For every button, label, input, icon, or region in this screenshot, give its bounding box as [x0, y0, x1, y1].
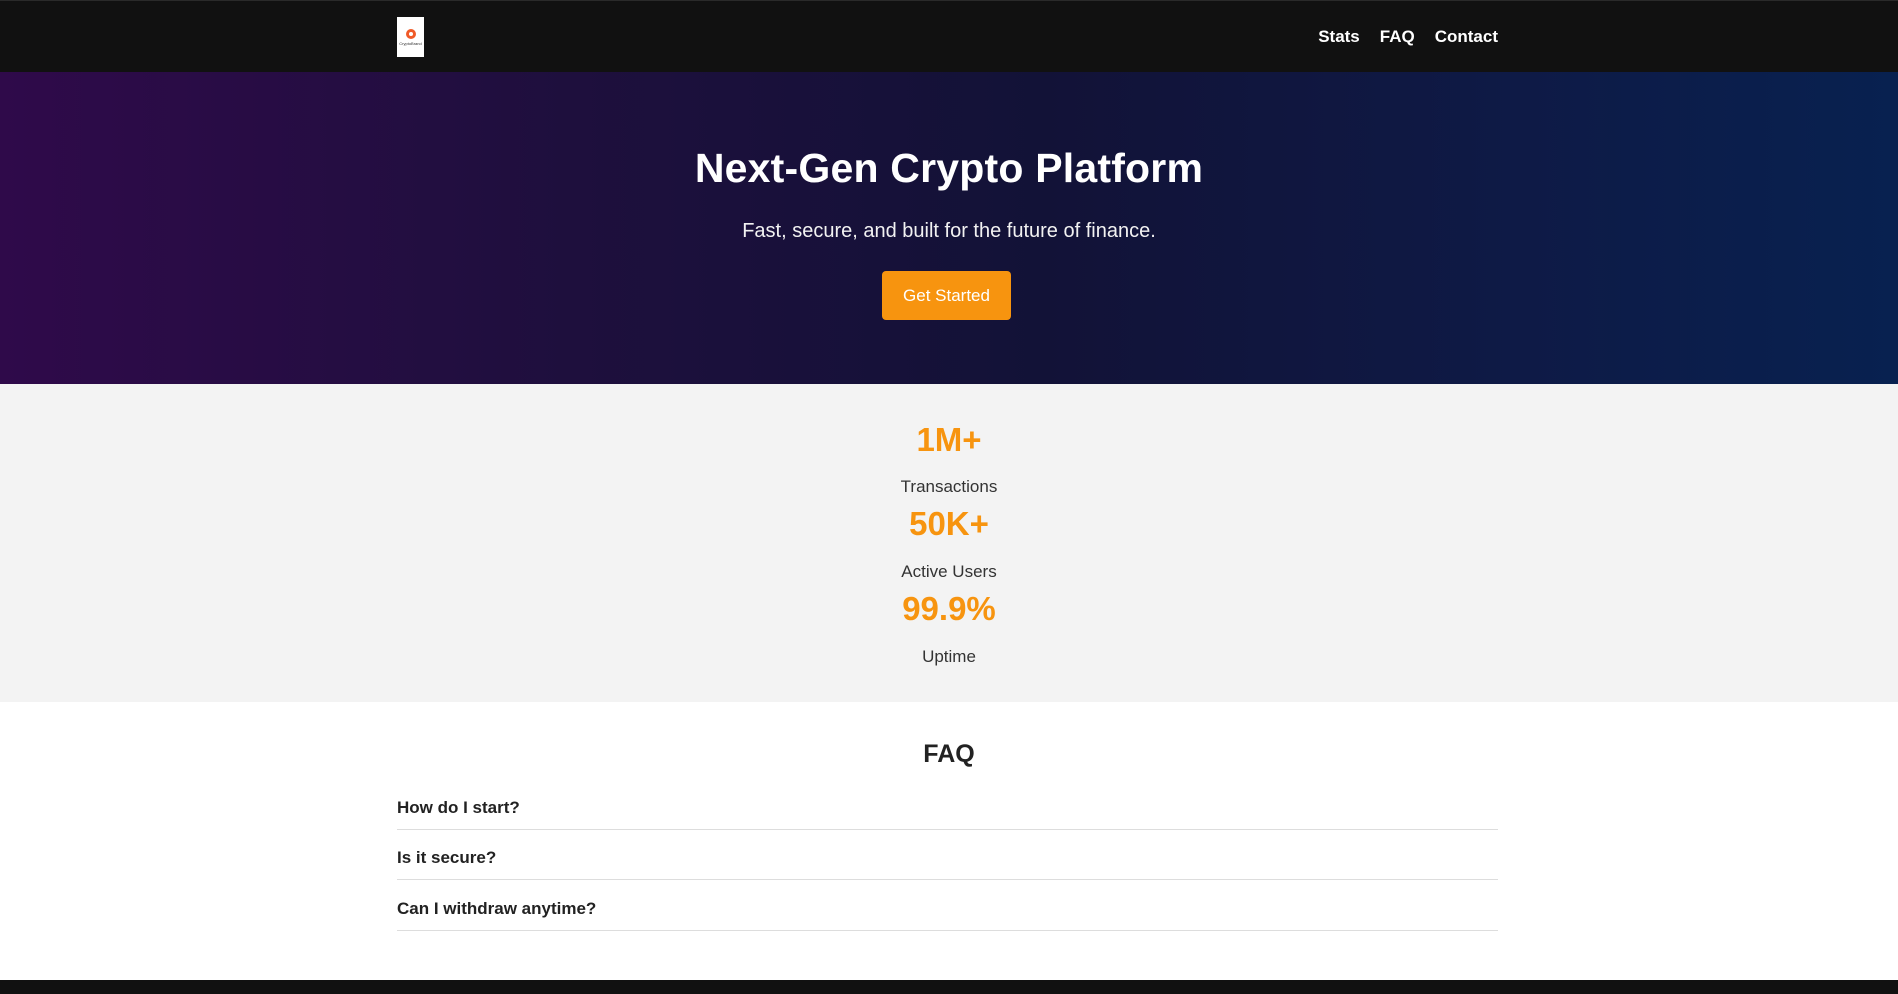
faq-item[interactable]: Is it secure? — [397, 830, 1498, 880]
faq-title: FAQ — [923, 740, 975, 768]
hero-title: Next-Gen Crypto Platform — [694, 145, 1204, 191]
stat-label-uptime: Uptime — [922, 647, 976, 666]
faq-question: Is it secure? — [397, 848, 497, 867]
faq-section: FAQ How do I start? Is it secure? Can I … — [0, 702, 1898, 980]
stats-section: 1M+ Transactions 50K+ Active Users 99.9%… — [0, 384, 1898, 702]
footer — [0, 980, 1898, 994]
nav-link-faq[interactable]: FAQ — [1380, 27, 1415, 47]
main-nav: Stats FAQ Contact — [1318, 27, 1498, 47]
stat-value-uptime: 99.9% — [902, 590, 996, 627]
faq-item[interactable]: Can I withdraw anytime? — [397, 881, 1498, 931]
stat-value-transactions: 1M+ — [916, 421, 982, 458]
brand-logo[interactable]: CryptoBrand — [397, 17, 424, 57]
faq-question: Can I withdraw anytime? — [397, 899, 597, 918]
hero-section: Next-Gen Crypto Platform Fast, secure, a… — [0, 72, 1898, 384]
logo-text: CryptoBrand — [399, 40, 422, 46]
logo-icon — [405, 28, 416, 39]
stat-label-transactions: Transactions — [900, 477, 998, 496]
nav-link-contact[interactable]: Contact — [1435, 27, 1498, 47]
stat-value-active-users: 50K+ — [909, 505, 989, 542]
top-navbar: CryptoBrand Stats FAQ Contact — [0, 0, 1898, 72]
nav-link-stats[interactable]: Stats — [1318, 27, 1360, 47]
get-started-button[interactable]: Get Started — [882, 271, 1011, 320]
hero-subtitle: Fast, secure, and built for the future o… — [742, 220, 1156, 242]
faq-item[interactable]: How do I start? — [397, 780, 1498, 830]
stat-label-active-users: Active Users — [901, 562, 997, 581]
faq-question: How do I start? — [397, 798, 520, 817]
